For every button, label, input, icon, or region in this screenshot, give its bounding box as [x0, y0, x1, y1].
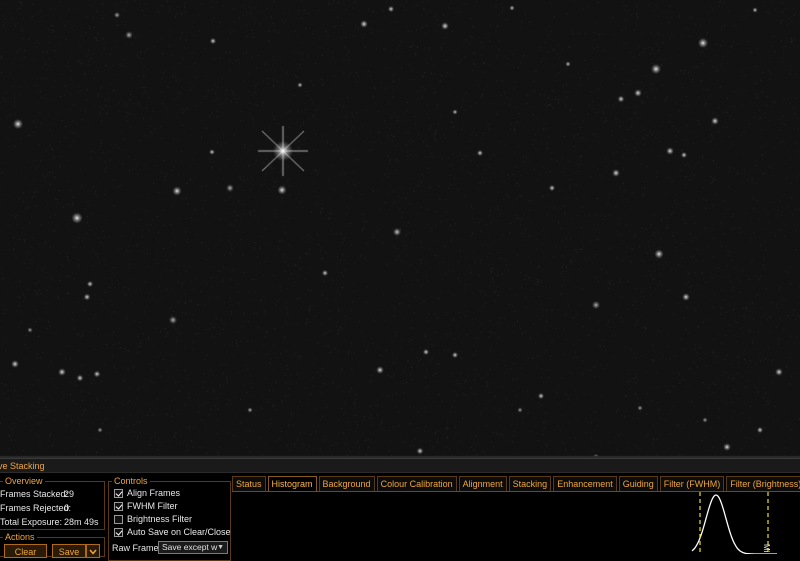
- tab-enhancement[interactable]: Enhancement: [553, 476, 617, 491]
- frames-stacked-value: 29: [64, 489, 75, 499]
- auto-save-checkbox[interactable]: Auto Save on Clear/Close: [114, 527, 231, 537]
- frames-rejected-label: Frames Rejected:: [0, 503, 72, 513]
- save-dropdown-button[interactable]: [86, 544, 100, 558]
- checkbox-label: Align Frames: [127, 488, 181, 498]
- stacked-image-view[interactable]: [0, 0, 800, 458]
- actions-label: Actions: [3, 532, 37, 542]
- histogram-chart: Mi: [232, 492, 800, 554]
- checkbox-box[interactable]: [114, 514, 123, 524]
- tab-guiding[interactable]: Guiding: [618, 476, 658, 491]
- frames-stacked-label: Frames Stacked:: [0, 489, 69, 499]
- tab-colour-calibration[interactable]: Colour Calibration: [376, 476, 457, 491]
- tab-filter-fwhm[interactable]: Filter (FWHM): [659, 476, 725, 491]
- save-button[interactable]: Save: [52, 544, 86, 558]
- checkbox-label: Auto Save on Clear/Close: [127, 527, 231, 537]
- panel-title-bar: ive Stacking: [0, 458, 800, 473]
- fwhm-filter-checkbox[interactable]: FWHM Filter: [114, 501, 178, 511]
- actions-group: Actions Clear Save: [0, 532, 105, 558]
- tab-filter-brightness[interactable]: Filter (Brightness): [726, 476, 800, 491]
- frames-rejected-value: 0: [64, 503, 70, 513]
- overview-label: Overview: [3, 476, 45, 486]
- overview-group: Overview Frames Stacked: 29 Frames Rejec…: [0, 476, 105, 530]
- frames-stacked-row: Frames Stacked: 29: [0, 489, 74, 499]
- chevron-down-icon: ▼: [217, 544, 224, 551]
- controls-group: Controls Align Frames FWHM Filter Bright…: [108, 476, 231, 561]
- clear-button[interactable]: Clear: [4, 544, 47, 558]
- tab-status[interactable]: Status: [232, 476, 266, 491]
- checkbox-label: Brightness Filter: [127, 514, 193, 524]
- panel-title: ive Stacking: [0, 461, 45, 471]
- histogram-marker-label: Mi: [762, 544, 771, 553]
- tab-histogram[interactable]: Histogram: [267, 476, 317, 491]
- controls-label: Controls: [112, 476, 150, 486]
- checkbox-box[interactable]: [114, 501, 123, 511]
- checkbox-box[interactable]: [114, 527, 123, 537]
- tab-stacking[interactable]: Stacking: [508, 476, 552, 491]
- total-exposure-row: Total Exposure: 28m 49s: [0, 517, 99, 527]
- chevron-down-icon: [89, 549, 97, 555]
- tab-background[interactable]: Background: [318, 476, 375, 491]
- total-exposure-value: 28m 49s: [64, 517, 99, 527]
- live-stacking-panel: ive Stacking Overview Frames Stacked: 29…: [0, 458, 800, 561]
- brightness-filter-checkbox[interactable]: Brightness Filter: [114, 514, 192, 524]
- tab-alignment[interactable]: Alignment: [458, 476, 507, 491]
- align-frames-checkbox[interactable]: Align Frames: [114, 488, 180, 498]
- raw-frames-select[interactable]: Save except w ▼: [158, 541, 228, 554]
- tab-bar: Status Histogram Background Colour Calibrat…: [232, 476, 800, 492]
- raw-frames-label: Raw Frames: [112, 543, 164, 553]
- raw-frames-value: Save except w: [162, 542, 218, 552]
- checkbox-box[interactable]: [114, 488, 123, 498]
- checkbox-label: FWHM Filter: [127, 501, 178, 511]
- total-exposure-label: Total Exposure:: [0, 517, 63, 527]
- frames-rejected-row: Frames Rejected: 0: [0, 503, 71, 513]
